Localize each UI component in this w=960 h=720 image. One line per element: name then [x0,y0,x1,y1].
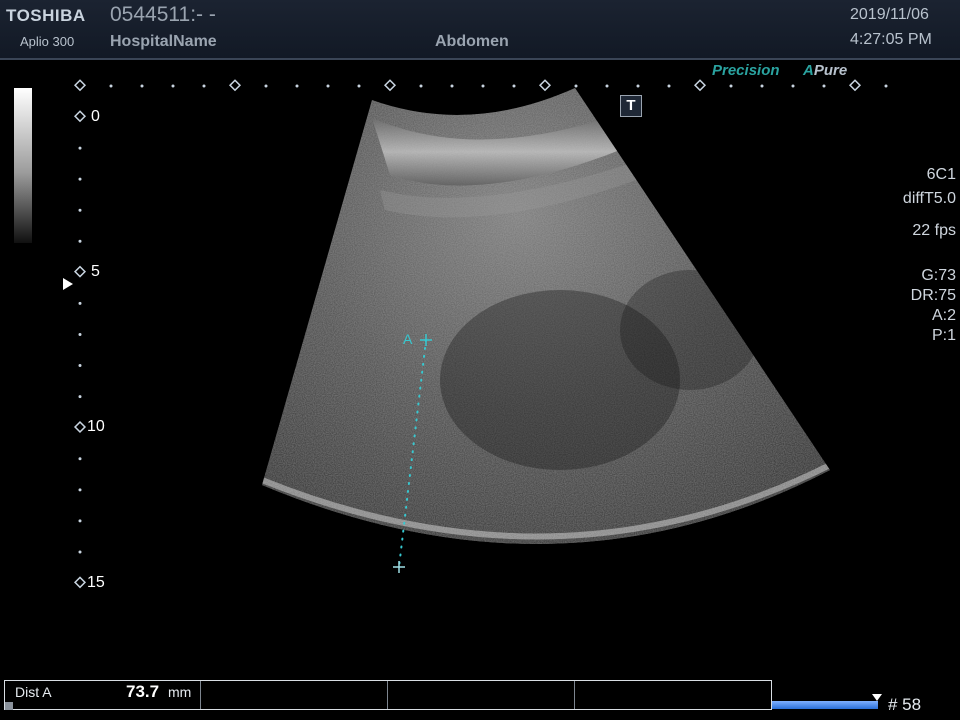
grayscale-bar [14,88,32,243]
lateral-minor-tick [264,84,268,88]
caliper-end-cross[interactable] [393,561,405,573]
depth-scale [73,110,87,589]
depth-minor-tick [78,146,82,150]
lateral-major-tick [228,79,242,92]
depth-minor-tick [78,488,82,492]
depth-minor-tick [78,519,82,523]
header-bar: TOSHIBA Aplio 300 0544511:- - HospitalNa… [0,0,960,60]
frame-number: # 58 [888,695,922,714]
hospital-name: HospitalName [110,33,217,50]
measurement-cell-empty [388,681,575,709]
dynamic-range-value: DR:75 [910,287,956,304]
dist-a-unit: mm [168,684,192,700]
depth-minor-tick [78,239,82,243]
depth-major-tick [73,576,87,589]
depth-minor-tick [78,395,82,399]
apure-word: Pure [813,62,848,79]
lateral-minor-tick [636,84,640,88]
lateral-minor-tick [884,84,888,88]
dist-a-value: 73.7 [126,682,160,701]
lateral-minor-tick [419,84,423,88]
measurement-cell-dist-a[interactable]: Dist A 73.7 mm [5,681,201,709]
depth-label-15: 15 [87,574,105,591]
lateral-minor-tick [109,84,113,88]
patient-id: 0544511:- - [110,3,216,26]
lateral-minor-tick [481,84,485,88]
lateral-minor-tick [326,84,330,88]
system-model: Aplio 300 [20,34,75,49]
depth-label-5: 5 [91,263,100,280]
lateral-minor-tick [822,84,826,88]
depth-label-0: 0 [91,108,100,125]
lateral-minor-tick [574,84,578,88]
p-value: P:1 [931,327,956,344]
lateral-minor-tick [450,84,454,88]
exam-time: 4:27:05 PM [850,31,932,48]
depth-minor-tick [78,457,82,461]
dist-a-label: Dist A [15,684,52,700]
precision-mode-label: Precision [712,62,780,79]
measurement-cell-empty [575,681,771,709]
depth-minor-tick [78,301,82,305]
apure-mode-label: APure [803,62,847,79]
preset-name: diffT5.0 [902,190,956,207]
lateral-major-tick [383,79,397,92]
exam-date: 2019/11/06 [850,6,929,23]
lateral-major-tick [848,79,862,92]
cine-progress-bar[interactable] [772,701,878,709]
caliper-label: A [403,331,413,347]
scan-sector [262,88,830,544]
depth-major-tick [73,265,87,278]
lateral-major-tick [538,79,552,92]
depth-label-10: 10 [87,418,105,435]
focus-arrow-icon[interactable] [63,278,73,290]
frame-rate: 22 fps [912,222,956,239]
exam-type: Abdomen [435,33,509,50]
lateral-scale [73,79,888,92]
depth-minor-tick [78,208,82,212]
lateral-minor-tick [760,84,764,88]
lateral-minor-tick [667,84,671,88]
depth-minor-tick [78,332,82,336]
depth-minor-tick [78,177,82,181]
measurement-cell-empty [201,681,388,709]
lateral-minor-tick [171,84,175,88]
status-square-icon [5,702,13,710]
t-marker-icon[interactable]: T [620,95,642,117]
lateral-minor-tick [791,84,795,88]
lateral-major-tick [693,79,707,92]
gain-value: G:73 [921,267,956,284]
apure-a-letter: A [803,62,814,79]
brand-logo: TOSHIBA [6,6,86,25]
lateral-major-tick [73,79,87,92]
lateral-minor-tick [295,84,299,88]
ultrasound-image [73,79,888,589]
lateral-minor-tick [729,84,733,88]
depth-minor-tick [78,364,82,368]
probe-name: 6C1 [926,166,956,183]
depth-minor-tick [78,550,82,554]
lateral-minor-tick [605,84,609,88]
depth-major-tick [73,110,87,123]
lateral-minor-tick [202,84,206,88]
depth-major-tick [73,420,87,434]
a-value: A:2 [931,307,956,324]
measurement-table: Dist A 73.7 mm [4,680,772,710]
cine-position-marker-icon[interactable] [872,694,882,701]
lateral-minor-tick [512,84,516,88]
lateral-minor-tick [140,84,144,88]
lateral-minor-tick [357,84,361,88]
